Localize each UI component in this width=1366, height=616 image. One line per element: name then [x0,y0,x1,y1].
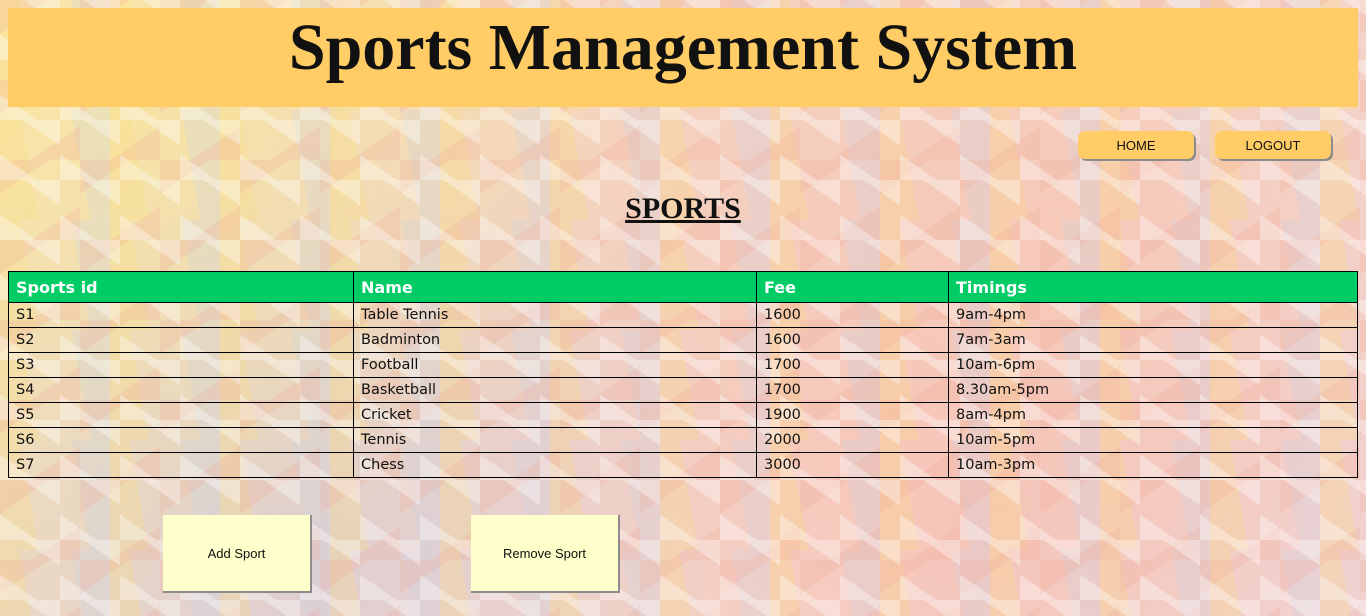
cell-timings: 7am-3am [948,327,1358,353]
cell-sports-id: S6 [8,427,354,453]
cell-timings: 9am-4pm [948,302,1358,328]
table-row: S7 Chess 3000 10am-3pm [8,452,1358,478]
cell-fee: 1600 [756,327,949,353]
cell-timings: 8am-4pm [948,402,1358,428]
section-title: SPORTS [625,192,741,225]
cell-fee: 2000 [756,427,949,453]
remove-sport-button[interactable]: Remove Sport [471,515,620,593]
column-header-sports-id: Sports id [8,271,354,303]
cell-sports-id: S2 [8,327,354,353]
sports-table: Sports id Name Fee Timings S1 Table Tenn… [8,271,1358,478]
cell-name: Tennis [353,427,757,453]
add-sport-button[interactable]: Add Sport [163,515,312,593]
cell-name: Football [353,352,757,378]
table-header-row: Sports id Name Fee Timings [8,271,1358,303]
table-row: S6 Tennis 2000 10am-5pm [8,427,1358,453]
table-row: S5 Cricket 1900 8am-4pm [8,402,1358,428]
cell-name: Cricket [353,402,757,428]
cell-fee: 1700 [756,352,949,378]
cell-fee: 3000 [756,452,949,478]
cell-timings: 10am-6pm [948,352,1358,378]
cell-name: Basketball [353,377,757,403]
column-header-timings: Timings [948,271,1358,303]
table-row: S4 Basketball 1700 8.30am-5pm [8,377,1358,403]
cell-fee: 1900 [756,402,949,428]
cell-timings: 10am-5pm [948,427,1358,453]
page-title: Sports Management System [288,11,1078,84]
table-row: S2 Badminton 1600 7am-3am [8,327,1358,353]
table-row: S3 Football 1700 10am-6pm [8,352,1358,378]
column-header-name: Name [353,271,757,303]
cell-fee: 1700 [756,377,949,403]
home-button[interactable]: HOME [1078,131,1194,159]
cell-fee: 1600 [756,302,949,328]
cell-name: Table Tennis [353,302,757,328]
cell-sports-id: S5 [8,402,354,428]
column-header-fee: Fee [756,271,949,303]
cell-sports-id: S7 [8,452,354,478]
cell-timings: 8.30am-5pm [948,377,1358,403]
logout-button[interactable]: LOGOUT [1215,131,1331,159]
cell-name: Badminton [353,327,757,353]
cell-sports-id: S3 [8,352,354,378]
header-banner: Sports Management System [8,8,1358,107]
cell-timings: 10am-3pm [948,452,1358,478]
table-row: S1 Table Tennis 1600 9am-4pm [8,302,1358,328]
cell-sports-id: S1 [8,302,354,328]
cell-sports-id: S4 [8,377,354,403]
cell-name: Chess [353,452,757,478]
